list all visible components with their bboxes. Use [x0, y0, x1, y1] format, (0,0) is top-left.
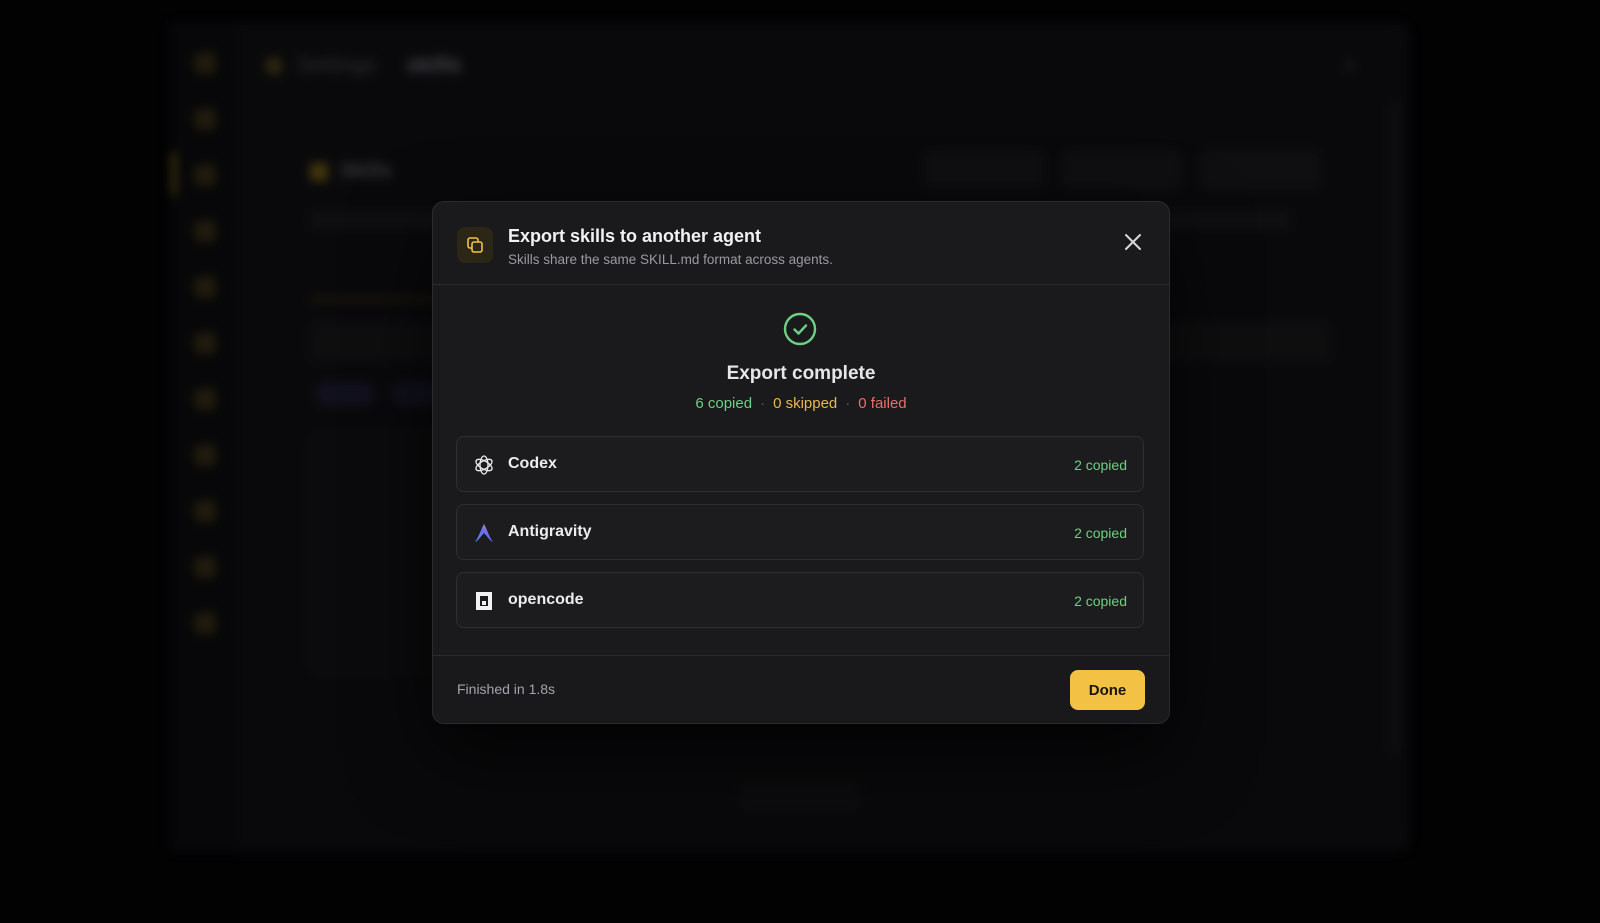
- dialog-footer: Finished in 1.8s Done: [433, 655, 1169, 723]
- sidebar-active-indicator: [172, 152, 176, 196]
- skills-icon: [310, 162, 328, 181]
- section-title-label: Skills: [340, 160, 393, 182]
- opencode-logo-icon: [472, 589, 496, 613]
- skipped-count: 0 skipped: [773, 395, 838, 412]
- footer-control: [740, 782, 860, 812]
- sidebar-rail: [170, 22, 241, 852]
- agent-name: Antigravity: [508, 523, 592, 540]
- close-button[interactable]: [1115, 224, 1151, 260]
- toolbar-button: [924, 150, 1044, 190]
- separator: ·: [760, 395, 766, 412]
- dialog-header: Export skills to another agent Skills sh…: [433, 202, 1169, 285]
- agent-result: 2 copied: [1074, 525, 1127, 541]
- toolbar-button: [1200, 150, 1320, 190]
- copy-icon: [457, 227, 493, 263]
- agent-row-opencode: opencode 2 copied: [456, 572, 1144, 628]
- status-title: Export complete: [726, 363, 876, 384]
- done-button[interactable]: Done: [1070, 670, 1145, 710]
- breadcrumb-root: Settings: [297, 52, 377, 77]
- sidebar-icon: [194, 220, 216, 242]
- separator: ·: [845, 395, 851, 412]
- sidebar-icon: [194, 388, 216, 410]
- agent-result: 2 copied: [1074, 593, 1127, 609]
- failed-count: 0 failed: [858, 395, 907, 412]
- agent-row-codex: Codex 2 copied: [456, 436, 1144, 492]
- sidebar-icon: [194, 332, 216, 354]
- check-circle-icon: [783, 312, 817, 346]
- scrollbar: [1390, 102, 1398, 752]
- antigravity-logo-icon: [472, 521, 496, 545]
- export-dialog: Export skills to another agent Skills sh…: [432, 201, 1170, 724]
- chip: [315, 382, 375, 406]
- sidebar-icon: [194, 500, 216, 522]
- dialog-subtitle: Skills share the same SKILL.md format ac…: [508, 252, 833, 267]
- sidebar-icon: [194, 52, 216, 74]
- dialog-body: Export complete 6 copied · 0 skipped · 0 fai…: [433, 285, 1169, 655]
- dialog-title: Export skills to another agent: [508, 226, 762, 246]
- sidebar-icon: [194, 612, 216, 634]
- sidebar-icon: [194, 108, 216, 130]
- breadcrumb: Settings skills: [265, 52, 462, 78]
- agent-name: opencode: [508, 591, 584, 608]
- agent-row-antigravity: Antigravity 2 copied: [456, 504, 1144, 560]
- sidebar-icon: [194, 444, 216, 466]
- status-summary: 6 copied · 0 skipped · 0 failed: [433, 395, 1169, 412]
- close-icon: [1125, 234, 1141, 250]
- sidebar-icon: [194, 164, 216, 186]
- agent-name: Codex: [508, 455, 557, 472]
- breadcrumb-current: skills: [406, 52, 462, 77]
- section-title: Skills: [310, 160, 392, 183]
- agent-result: 2 copied: [1074, 457, 1127, 473]
- elapsed-time: Finished in 1.8s: [457, 681, 556, 697]
- settings-icon: [265, 57, 283, 76]
- toolbar: [906, 150, 1320, 195]
- toolbar-button: [1062, 150, 1182, 190]
- copied-count: 6 copied: [695, 395, 753, 412]
- sidebar-icon: [194, 556, 216, 578]
- openai-logo-icon: [472, 453, 496, 477]
- sidebar-icon: [194, 276, 216, 298]
- close-icon: ×: [1344, 56, 1355, 76]
